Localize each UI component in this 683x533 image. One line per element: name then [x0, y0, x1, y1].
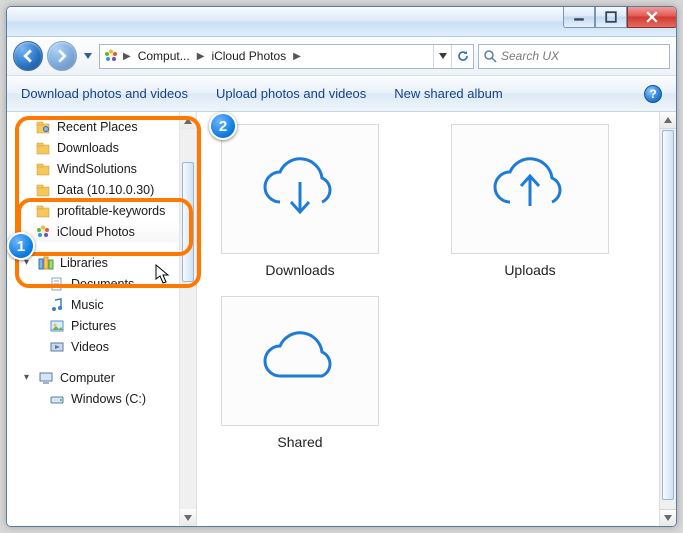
titlebar — [7, 7, 676, 37]
sidebar-item-data[interactable]: Data (10.10.0.30) — [7, 179, 179, 200]
sidebar-item-label: Documents — [71, 277, 134, 291]
tile-label: Uploads — [504, 262, 555, 278]
scroll-down-icon[interactable] — [180, 509, 196, 526]
sidebar-item-music[interactable]: Music — [7, 294, 179, 315]
collapse-icon[interactable]: ▾ — [21, 372, 32, 383]
sidebar-group-computer[interactable]: ▾ Computer — [7, 367, 179, 388]
sidebar-item-windows-c[interactable]: Windows (C:) — [7, 388, 179, 409]
cloud-upload-icon — [485, 154, 575, 224]
sidebar-item-label: Libraries — [60, 256, 108, 270]
cloud-download-icon — [255, 154, 345, 224]
refresh-button[interactable] — [451, 45, 473, 68]
icloud-photos-icon — [35, 224, 51, 240]
cmd-new-album[interactable]: New shared album — [394, 86, 502, 101]
folder-icon — [35, 140, 51, 156]
sidebar-item-label: Windows (C:) — [71, 392, 146, 406]
icloud-photos-icon — [103, 48, 119, 64]
places-icon — [35, 119, 51, 135]
chevron-right-icon: ▶ — [121, 51, 133, 62]
music-icon — [49, 297, 65, 313]
sidebar-scrollbar[interactable] — [179, 112, 196, 526]
breadcrumb-icloud-photos[interactable]: iCloud Photos — [206, 45, 291, 68]
scroll-down-icon[interactable] — [660, 509, 676, 526]
tile-downloads[interactable]: Downloads — [215, 124, 385, 278]
computer-icon — [38, 370, 54, 386]
chevron-right-icon: ▶ — [291, 51, 303, 62]
sidebar-item-label: Downloads — [57, 141, 119, 155]
explorer-window: ▶ Comput... ▶ iCloud Photos ▶ Download p… — [6, 6, 677, 527]
folder-icon — [35, 161, 51, 177]
cmd-download[interactable]: Download photos and videos — [21, 86, 188, 101]
sidebar-item-icloud-photos[interactable]: iCloud Photos — [7, 221, 179, 242]
help-button[interactable]: ? — [644, 85, 662, 103]
sidebar: Recent Places Downloads WindSolutions Da… — [7, 112, 197, 526]
tile-uploads[interactable]: Uploads — [445, 124, 615, 278]
folder-icon — [35, 203, 51, 219]
chevron-right-icon: ▶ — [195, 51, 207, 62]
sidebar-item-label: Pictures — [71, 319, 116, 333]
scroll-thumb[interactable] — [662, 130, 674, 500]
documents-icon — [49, 276, 65, 292]
drive-icon — [49, 391, 65, 407]
command-bar: Download photos and videos Upload photos… — [7, 76, 676, 112]
cloud-icon — [255, 326, 345, 396]
tile-label: Shared — [277, 434, 322, 450]
nav-history-dropdown[interactable] — [81, 41, 95, 71]
minimize-button[interactable] — [563, 6, 595, 28]
sidebar-item-pictures[interactable]: Pictures — [7, 315, 179, 336]
sidebar-item-label: Computer — [60, 371, 115, 385]
breadcrumb-computer[interactable]: Comput... — [133, 45, 195, 68]
pictures-icon — [49, 318, 65, 334]
search-icon — [483, 49, 497, 63]
search-box[interactable] — [478, 44, 670, 69]
forward-button[interactable] — [47, 41, 77, 71]
scroll-thumb[interactable] — [182, 162, 194, 282]
sidebar-item-label: profitable-keywords — [57, 204, 165, 218]
scroll-up-icon[interactable] — [180, 112, 196, 129]
maximize-button[interactable] — [595, 6, 627, 28]
sidebar-item-windsolutions[interactable]: WindSolutions — [7, 158, 179, 179]
tile-label: Downloads — [265, 262, 334, 278]
window-scrollbar[interactable] — [659, 112, 676, 526]
sidebar-item-label: Data (10.10.0.30) — [57, 183, 154, 197]
address-history-dropdown[interactable] — [433, 45, 451, 68]
sidebar-item-profitable-keywords[interactable]: profitable-keywords — [7, 200, 179, 221]
sidebar-item-label: Videos — [71, 340, 109, 354]
collapse-icon[interactable]: ▾ — [21, 257, 32, 268]
content-pane[interactable]: Downloads Uploads Shared — [197, 112, 659, 526]
search-input[interactable] — [501, 49, 665, 63]
cmd-upload[interactable]: Upload photos and videos — [216, 86, 366, 101]
sidebar-item-downloads[interactable]: Downloads — [7, 137, 179, 158]
address-bar[interactable]: ▶ Comput... ▶ iCloud Photos ▶ — [99, 44, 474, 69]
libraries-icon — [38, 255, 54, 271]
network-folder-icon — [35, 182, 51, 198]
sidebar-item-label: Recent Places — [57, 120, 138, 134]
scroll-up-icon[interactable] — [660, 112, 676, 129]
sidebar-item-documents[interactable]: Documents — [7, 273, 179, 294]
sidebar-group-libraries[interactable]: ▾ Libraries — [7, 252, 179, 273]
tile-shared[interactable]: Shared — [215, 296, 385, 450]
videos-icon — [49, 339, 65, 355]
back-button[interactable] — [13, 41, 43, 71]
sidebar-item-recent-places[interactable]: Recent Places — [7, 116, 179, 137]
sidebar-item-videos[interactable]: Videos — [7, 336, 179, 357]
sidebar-item-label: iCloud Photos — [57, 225, 135, 239]
nav-row: ▶ Comput... ▶ iCloud Photos ▶ — [7, 37, 676, 76]
sidebar-item-label: Music — [71, 298, 104, 312]
close-button[interactable] — [627, 6, 677, 28]
sidebar-item-label: WindSolutions — [57, 162, 137, 176]
